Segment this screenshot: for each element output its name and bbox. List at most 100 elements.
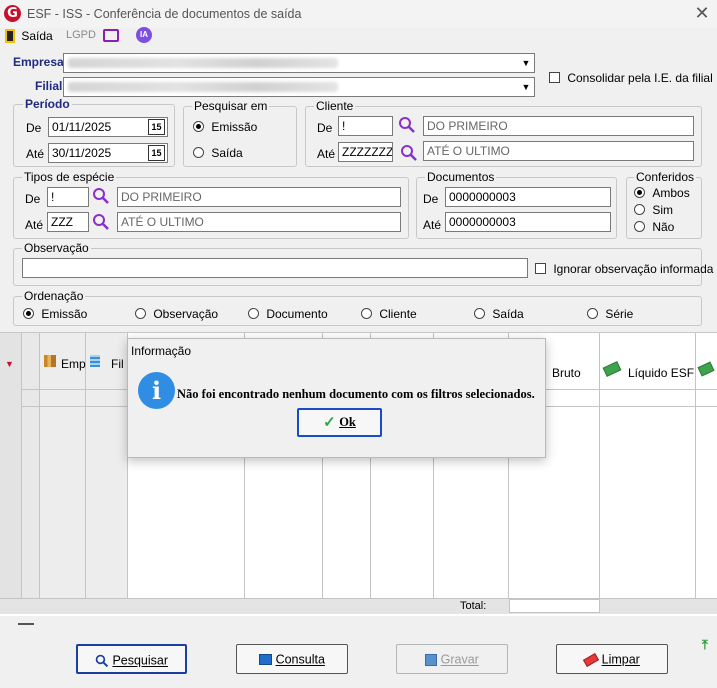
ordenacao-title: Ordenação xyxy=(22,289,86,303)
pesquisar-saida-label: Saída xyxy=(211,145,243,160)
info-icon: i xyxy=(138,372,175,409)
app-logo-icon: G xyxy=(4,5,21,22)
ord-emissao-label: Emissão xyxy=(41,306,88,321)
radio-saida[interactable] xyxy=(193,147,204,159)
ok-label: Ok xyxy=(339,415,356,430)
consulta-button[interactable]: Consulta xyxy=(236,644,348,674)
pesquisar-em-title: Pesquisar em xyxy=(192,99,270,113)
cliente-ate-search-icon[interactable] xyxy=(400,144,418,162)
window-title: ESF - ISS - Conferência de documentos de… xyxy=(27,7,302,21)
lgpd-button[interactable]: LGPD xyxy=(66,29,96,41)
consolidar-check[interactable] xyxy=(549,72,560,84)
ok-button[interactable]: ✓ Ok xyxy=(297,408,382,437)
radio-ord-documento[interactable] xyxy=(248,308,259,320)
pesquisar-emissao-radio[interactable]: Emissão xyxy=(193,119,257,134)
radio-ord-observacao[interactable] xyxy=(135,308,146,320)
grid-footer xyxy=(0,598,717,614)
ord-serie-label: Série xyxy=(605,306,634,321)
ignorar-check[interactable] xyxy=(535,263,546,275)
conferidos-ambos-radio[interactable]: Ambos xyxy=(634,185,690,200)
tipos-especie-title: Tipos de espécie xyxy=(22,170,117,184)
grid-header-emp[interactable]: Emp xyxy=(61,357,86,371)
radio-ord-cliente[interactable] xyxy=(361,308,372,320)
ordenacao-emissao-radio[interactable]: Emissão xyxy=(23,306,87,321)
documentos-ate-label: Até xyxy=(423,218,442,232)
ordenacao-observacao-radio[interactable]: Observação xyxy=(135,306,218,321)
ia-button[interactable]: IA xyxy=(136,27,152,43)
cliente-title: Cliente xyxy=(314,99,356,113)
periodo-de-label: De xyxy=(26,121,42,135)
sort-arrow-icon[interactable]: ▼ xyxy=(5,359,14,369)
periodo-title: Período xyxy=(23,97,72,111)
radio-emissao[interactable] xyxy=(193,121,204,133)
ord-observacao-label: Observação xyxy=(153,306,219,321)
calendar-ate-icon[interactable]: 15 xyxy=(148,145,165,161)
consolidar-checkbox[interactable]: Consolidar pela I.E. da filial xyxy=(549,70,713,85)
scroll-top-icon[interactable]: ⤒ xyxy=(702,637,708,653)
pesquisar-emissao-label: Emissão xyxy=(211,119,258,134)
tipos-ate-code-input[interactable]: ZZZ xyxy=(47,212,89,232)
radio-sim[interactable] xyxy=(634,204,645,216)
cliente-de-label: De xyxy=(317,121,333,135)
grid-header-fil[interactable]: Fil xyxy=(111,357,124,371)
tipos-de-search-icon[interactable] xyxy=(92,187,110,205)
cliente-ate-code-input[interactable]: ZZZZZZZ xyxy=(338,142,393,162)
grid-header-bruto[interactable]: Bruto xyxy=(552,366,581,380)
empresa-select[interactable] xyxy=(63,53,535,73)
grid-indicator-column xyxy=(0,333,22,603)
close-icon[interactable]: ✕ xyxy=(693,3,711,23)
tipos-de-label: De xyxy=(25,192,41,206)
eraser-icon xyxy=(583,652,600,667)
empresa-label: Empresa xyxy=(13,55,64,69)
radio-ord-saida[interactable] xyxy=(474,308,485,320)
conferidos-sim-radio[interactable]: Sim xyxy=(634,202,673,217)
gravar-button[interactable]: Gravar xyxy=(396,644,508,674)
conferidos-nao-label: Não xyxy=(652,219,675,234)
document-icon xyxy=(5,28,15,43)
conferidos-sim-label: Sim xyxy=(652,202,674,217)
pesquisar-button[interactable]: Pesquisar xyxy=(76,644,187,674)
building-icon xyxy=(90,355,100,367)
monitor-icon[interactable] xyxy=(103,29,119,42)
books-icon xyxy=(44,355,56,367)
calendar-de-icon[interactable]: 15 xyxy=(148,119,165,135)
grid-header-liquido[interactable]: Líquido ESF xyxy=(628,366,694,380)
cliente-de-search-icon[interactable] xyxy=(398,116,416,134)
cliente-ate-name: ATÉ O ULTIMO xyxy=(423,141,694,161)
pesquisar-saida-radio[interactable]: Saída xyxy=(193,145,243,160)
limpar-button[interactable]: Limpar xyxy=(556,644,668,674)
documentos-de-label: De xyxy=(423,192,439,206)
tipos-de-code-input[interactable]: ! xyxy=(47,187,89,207)
documentos-de-input[interactable]: 0000000003 xyxy=(445,187,611,207)
ignorar-observacao-checkbox[interactable]: Ignorar observação informada xyxy=(535,261,713,276)
status-line xyxy=(18,623,34,625)
conferidos-ambos-label: Ambos xyxy=(652,185,690,200)
ordenacao-saida-radio[interactable]: Saída xyxy=(474,306,524,321)
dialog-title: Informação xyxy=(131,344,192,358)
grid-total-label: Total: xyxy=(460,600,487,612)
saida-toolbar-button[interactable]: Saída xyxy=(5,28,53,43)
radio-ambos[interactable] xyxy=(634,187,645,199)
radio-ord-emissao[interactable] xyxy=(23,308,34,320)
filial-select[interactable] xyxy=(63,77,535,97)
ordenacao-serie-radio[interactable]: Série xyxy=(587,306,633,321)
ordenacao-documento-radio[interactable]: Documento xyxy=(248,306,328,321)
radio-ord-serie[interactable] xyxy=(587,308,598,320)
observacao-title: Observação xyxy=(22,241,91,255)
filial-label: Filial xyxy=(35,79,63,93)
tipos-ate-search-icon[interactable] xyxy=(92,213,110,231)
info-dialog: Informação i Não foi encontrado nenhum d… xyxy=(127,338,546,458)
observacao-input[interactable] xyxy=(22,258,528,278)
ord-documento-label: Documento xyxy=(266,306,328,321)
periodo-ate-label: Até xyxy=(26,147,45,161)
radio-nao[interactable] xyxy=(634,221,645,233)
conferidos-nao-radio[interactable]: Não xyxy=(634,219,674,234)
cliente-de-code-input[interactable]: ! xyxy=(338,116,393,136)
dialog-message: Não foi encontrado nenhum documento com … xyxy=(177,387,535,401)
filial-dropdown-arrow-icon[interactable]: ▼ xyxy=(518,78,534,96)
ord-saida-label: Saída xyxy=(492,306,524,321)
empresa-dropdown-arrow-icon[interactable]: ▼ xyxy=(518,54,534,72)
ordenacao-cliente-radio[interactable]: Cliente xyxy=(361,306,417,321)
ignorar-observacao-label: Ignorar observação informada xyxy=(553,261,714,276)
documentos-ate-input[interactable]: 0000000003 xyxy=(445,212,611,232)
